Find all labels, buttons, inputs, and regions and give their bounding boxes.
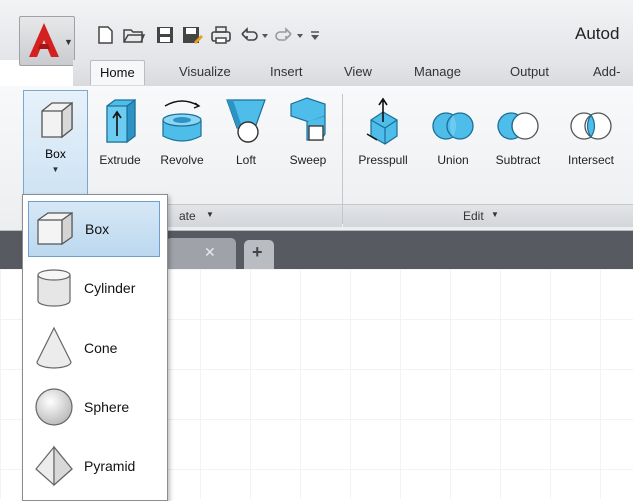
chevron-down-icon: ▼: [51, 165, 60, 174]
new-icon[interactable]: [94, 24, 116, 46]
tab-add-ins[interactable]: Add-: [593, 64, 620, 79]
chevron-down-icon: ▼: [491, 210, 499, 219]
sweep-label: Sweep: [289, 153, 327, 167]
loft-label: Loft: [235, 153, 256, 167]
cylinder-icon: [37, 269, 71, 307]
box-icon: [37, 211, 73, 246]
presspull-button[interactable]: Presspull: [347, 90, 419, 180]
subtract-button[interactable]: Subtract: [485, 90, 551, 180]
loft-icon: [226, 99, 266, 143]
box-dropdown-menu: Box Cylinder Cone Sphere Pyramid: [22, 194, 168, 501]
tab-insert[interactable]: Insert: [270, 64, 303, 79]
sweep-button[interactable]: Sweep: [280, 90, 336, 180]
extrude-button[interactable]: Extrude: [90, 90, 150, 180]
menu-item-label: Box: [85, 221, 110, 237]
drawing-tab[interactable]: ✕: [166, 238, 236, 269]
menu-item-cone[interactable]: Cone: [28, 320, 160, 376]
sweep-icon: [290, 97, 326, 141]
union-icon: [432, 112, 474, 140]
chevron-down-icon: ▼: [206, 210, 214, 219]
presspull-label: Presspull: [358, 153, 408, 167]
union-label: Union: [437, 153, 469, 167]
intersect-button[interactable]: Intersect: [557, 90, 625, 180]
box-button-label: Box: [45, 147, 66, 161]
application-menu-button[interactable]: ▼: [19, 16, 75, 66]
menu-item-sphere[interactable]: Sphere: [28, 379, 160, 435]
plot-icon[interactable]: [209, 24, 233, 46]
undo-dropdown-icon[interactable]: [260, 24, 270, 46]
save-as-icon[interactable]: [180, 24, 204, 46]
revolve-icon: [162, 100, 202, 142]
cone-icon: [36, 326, 72, 369]
window-title: Autod: [575, 24, 620, 43]
pyramid-icon: [35, 445, 73, 487]
customize-icon[interactable]: [309, 24, 321, 46]
box-icon: [40, 101, 73, 139]
intersect-label: Intersect: [567, 153, 615, 167]
open-icon[interactable]: [122, 24, 146, 46]
subtract-label: Subtract: [495, 153, 541, 167]
edit-panel-title: Edit: [463, 209, 484, 223]
menu-item-label: Sphere: [84, 399, 130, 415]
menu-item-pyramid[interactable]: Pyramid: [28, 438, 160, 494]
ribbon-tab-bar: Home Visualize Insert View Manage Output…: [73, 60, 633, 87]
edit-panel-title-bar[interactable]: Edit ▼: [343, 204, 633, 227]
presspull-icon: [366, 97, 398, 145]
close-icon[interactable]: ✕: [204, 244, 216, 261]
quick-access-toolbar: [94, 24, 321, 46]
undo-icon[interactable]: [238, 24, 260, 46]
union-button[interactable]: Union: [425, 90, 481, 180]
tab-visualize[interactable]: Visualize: [179, 64, 231, 79]
plus-icon: +: [252, 242, 263, 262]
revolve-label: Revolve: [160, 153, 204, 167]
box-split-button[interactable]: Box ▼: [23, 90, 88, 196]
menu-item-cylinder[interactable]: Cylinder: [28, 260, 160, 316]
tab-output[interactable]: Output: [510, 64, 549, 79]
intersect-icon: [570, 112, 612, 140]
loft-button[interactable]: Loft: [224, 90, 268, 180]
menu-item-label: Cone: [84, 340, 118, 356]
subtract-icon: [497, 112, 539, 140]
redo-dropdown-icon[interactable]: [295, 24, 305, 46]
menu-item-box[interactable]: Box: [28, 201, 160, 257]
new-drawing-tab[interactable]: +: [244, 240, 274, 269]
menu-item-label: Cylinder: [84, 280, 136, 296]
save-icon[interactable]: [154, 24, 176, 46]
autocad-logo-icon: [29, 23, 59, 57]
chevron-down-icon: ▼: [64, 37, 73, 47]
redo-icon[interactable]: [273, 24, 295, 46]
tab-home[interactable]: Home: [90, 60, 145, 85]
extrude-label: Extrude: [99, 153, 141, 167]
revolve-button[interactable]: Revolve: [154, 90, 210, 180]
tab-view[interactable]: View: [344, 64, 372, 79]
sphere-icon: [35, 388, 73, 426]
extrude-icon: [106, 98, 136, 144]
tab-manage[interactable]: Manage: [414, 64, 461, 79]
menu-item-label: Pyramid: [84, 458, 136, 474]
modeling-panel-title: ate: [179, 209, 196, 223]
